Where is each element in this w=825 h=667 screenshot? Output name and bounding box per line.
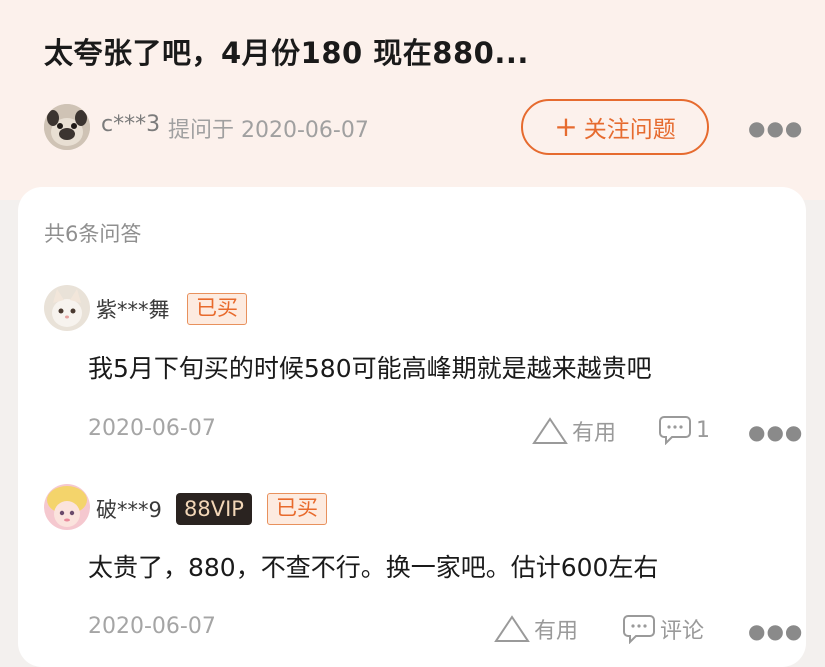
comment-bubble-icon [623,615,655,644]
comment-button[interactable]: 1 [658,415,710,445]
asker-name[interactable]: c***3 [101,112,160,137]
bought-badge: 已买 [187,293,247,325]
comment-bubble-icon [659,416,691,445]
comment-label: 评论 [660,619,705,644]
triangle-up-icon [532,417,568,444]
more-options-icon[interactable]: ●●● [748,422,803,442]
question-title: 太夸张了吧，4月份180 现在880... [44,36,529,70]
pug-avatar-icon [44,104,90,150]
plus-icon: + [554,110,578,143]
follow-question-button[interactable]: + 关注问题 [521,99,709,155]
answer-count: 共6条问答 [44,222,142,246]
bought-badge: 已买 [267,493,327,525]
more-options-icon[interactable]: ●●● [748,621,803,641]
useful-button[interactable]: 有用 [494,613,578,645]
cat-avatar-icon [44,285,90,331]
useful-button[interactable]: 有用 [532,415,616,447]
answer-text: 太贵了，880，不查不行。换一家吧。估计600左右 [88,553,659,582]
answer-user-name[interactable]: 紫***舞 [96,294,170,324]
follow-question-label: 关注问题 [583,117,676,143]
triangle-up-icon [494,615,530,642]
useful-label: 有用 [572,421,617,446]
comment-count: 1 [696,417,710,443]
answer-text: 我5月下旬买的时候580可能高峰期就是越来越贵吧 [88,354,652,383]
answer-user-name[interactable]: 破***9 [96,494,162,524]
avatar[interactable] [44,285,90,331]
asker-avatar[interactable] [44,104,90,150]
anime-avatar-icon [44,484,90,530]
more-options-icon[interactable]: ●●● [748,118,803,138]
comment-button[interactable]: 评论 [622,613,704,645]
vip-badge: 88VIP [176,493,252,525]
avatar[interactable] [44,484,90,530]
answer-date: 2020-06-07 [88,614,216,639]
answer-date: 2020-06-07 [88,416,216,441]
useful-label: 有用 [534,619,579,644]
asked-date: 提问于 2020-06-07 [168,118,369,143]
